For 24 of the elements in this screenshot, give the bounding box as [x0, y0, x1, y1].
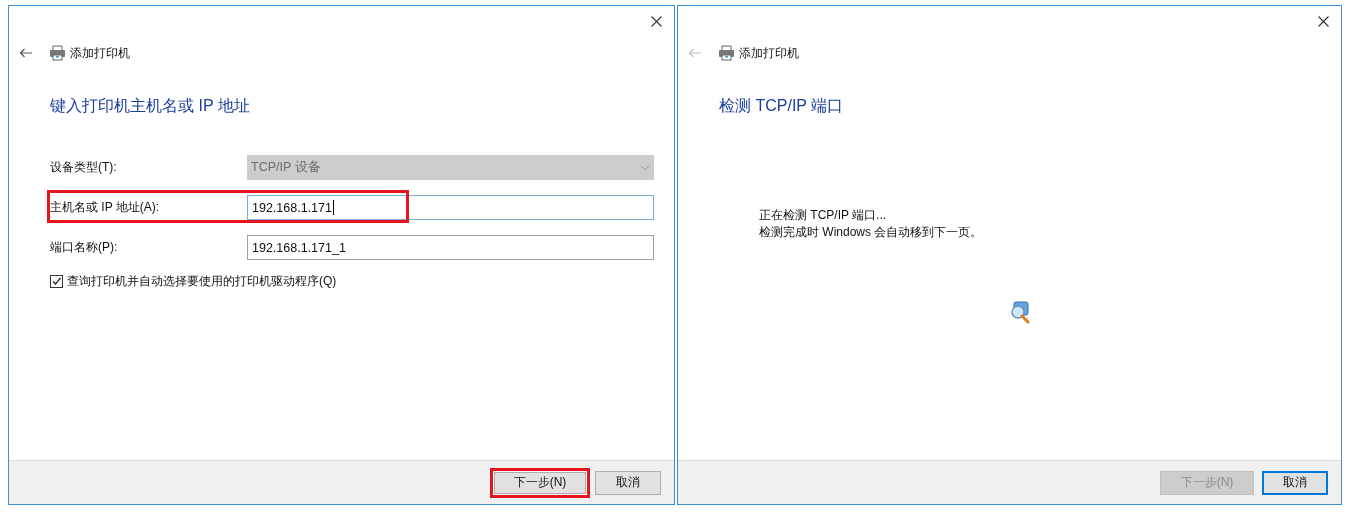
cancel-button[interactable]: 取消: [595, 470, 661, 495]
window-title: 添加打印机: [70, 44, 130, 62]
printer-icon: [718, 45, 735, 61]
field-label: 端口名称(P):: [50, 239, 119, 256]
input-field[interactable]: 192.168.1.171_1: [247, 235, 654, 260]
input-field[interactable]: 192.168.1.171: [247, 195, 654, 220]
field-label: 主机名或 IP 地址(A):: [50, 199, 161, 216]
close-icon[interactable]: [1318, 15, 1329, 27]
printer-icon: [49, 45, 66, 61]
status-text: 正在检测 TCP/IP 端口...: [759, 207, 888, 224]
page-heading: 检测 TCP/IP 端口: [719, 96, 845, 116]
page-heading: 键入打印机主机名或 IP 地址: [50, 96, 251, 116]
window-title: 添加打印机: [739, 44, 799, 62]
checkbox-label[interactable]: 查询打印机并自动选择要使用的打印机驱动程序(Q): [67, 273, 337, 290]
text-cursor: [332, 200, 334, 215]
next-button[interactable]: 下一步(N): [490, 467, 590, 498]
magnifier-icon: [1009, 300, 1031, 324]
close-icon[interactable]: [651, 15, 662, 27]
back-arrow-icon[interactable]: [19, 48, 33, 58]
status-text: 检测完成时 Windows 会自动移到下一页。: [759, 224, 984, 241]
field-label: 设备类型(T):: [50, 159, 118, 176]
cancel-button[interactable]: 取消: [1262, 470, 1328, 495]
checkbox[interactable]: [50, 275, 63, 288]
chevron-icon: [640, 164, 650, 171]
